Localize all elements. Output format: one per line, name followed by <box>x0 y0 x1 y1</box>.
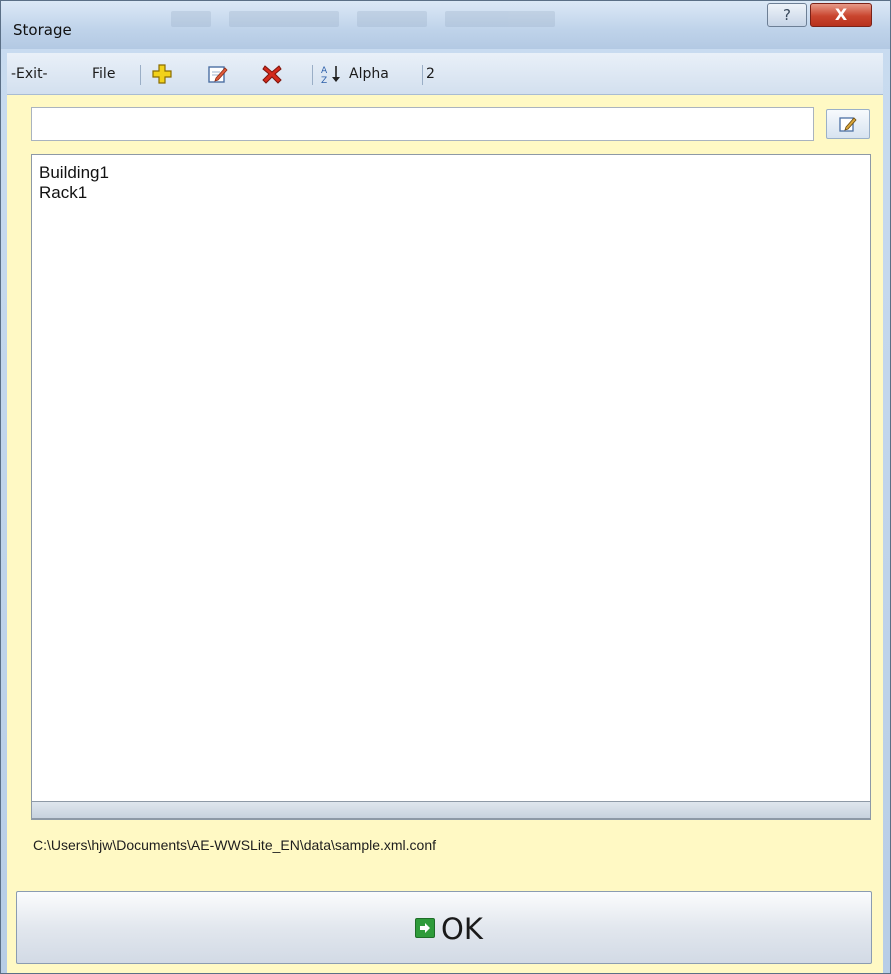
menu-bar: -Exit- File A Z Alpha 2 <box>7 53 883 95</box>
sort-az-icon[interactable]: A Z <box>319 63 347 85</box>
menu-separator <box>422 65 423 85</box>
svg-text:A: A <box>321 66 328 76</box>
close-button[interactable]: X <box>810 3 872 27</box>
item-count: 2 <box>426 66 435 82</box>
title-bar[interactable]: Storage ? X <box>1 1 890 49</box>
search-input[interactable] <box>31 107 814 141</box>
add-icon[interactable] <box>151 63 173 85</box>
menu-file[interactable]: File <box>92 66 115 82</box>
arrow-right-icon <box>415 918 435 938</box>
file-path-label: C:\Users\hjw\Documents\AE-WWSLite_EN\dat… <box>33 837 437 853</box>
storage-list[interactable]: Building1 Rack1 <box>31 154 871 820</box>
menu-separator <box>140 65 141 85</box>
edit-entry-button[interactable] <box>826 109 870 139</box>
window-title: Storage <box>13 21 72 39</box>
ok-button-label: OK <box>441 912 483 946</box>
ok-button[interactable]: OK <box>16 891 872 964</box>
client-area: Building1 Rack1 C:\Users\hjw\Documents\A… <box>7 95 883 973</box>
menu-separator <box>312 65 313 85</box>
list-item[interactable]: Building1 <box>32 163 870 183</box>
sort-alpha-label[interactable]: Alpha <box>349 66 389 82</box>
delete-icon[interactable] <box>261 63 283 85</box>
background-toolbar-ghost <box>171 11 601 33</box>
horizontal-scrollbar[interactable] <box>31 801 871 819</box>
svg-text:Z: Z <box>321 76 327 85</box>
help-button[interactable]: ? <box>767 3 807 27</box>
list-item[interactable]: Rack1 <box>32 183 870 203</box>
storage-window: Storage ? X -Exit- File A Z Alpha 2 Buil… <box>0 0 891 974</box>
edit-icon[interactable] <box>207 63 229 85</box>
menu-exit[interactable]: -Exit- <box>11 66 48 82</box>
edit-icon <box>839 117 857 132</box>
